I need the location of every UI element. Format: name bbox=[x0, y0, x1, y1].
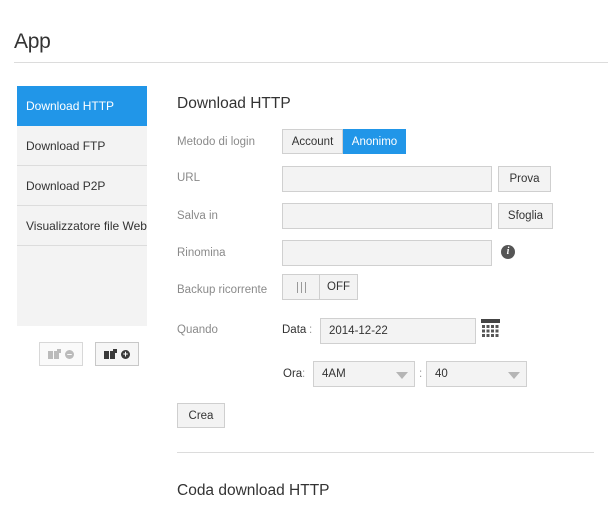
time-label: Ora bbox=[283, 368, 303, 380]
remove-app-button[interactable]: – bbox=[39, 342, 83, 366]
date-input[interactable]: 2014-12-22 bbox=[320, 318, 476, 344]
sidebar-item-download-http[interactable]: Download HTTP bbox=[17, 86, 147, 126]
minute-select[interactable]: 40 bbox=[426, 361, 527, 387]
app-title: App bbox=[14, 30, 51, 53]
calendar-icon[interactable] bbox=[481, 319, 500, 340]
section-divider bbox=[177, 452, 594, 453]
switch-grip-icon bbox=[283, 275, 320, 299]
sidebar-item-download-p2p[interactable]: Download P2P bbox=[17, 166, 147, 206]
switch-state-label: OFF bbox=[327, 281, 350, 293]
remove-app-icon bbox=[48, 349, 62, 359]
header-divider bbox=[14, 62, 608, 63]
recurring-backup-label: Backup ricorrente bbox=[177, 284, 268, 296]
sidebar-item-download-ftp[interactable]: Download FTP bbox=[17, 126, 147, 166]
when-label: Quando bbox=[177, 324, 218, 336]
browse-button[interactable]: Sfoglia bbox=[498, 203, 553, 229]
hour-select-value: 4AM bbox=[322, 368, 346, 380]
login-anonymous-option[interactable]: Anonimo bbox=[343, 129, 406, 154]
date-label: Data bbox=[282, 324, 307, 336]
recurring-backup-switch[interactable]: OFF bbox=[282, 274, 358, 300]
test-button[interactable]: Prova bbox=[498, 166, 551, 192]
rename-label: Rinomina bbox=[177, 247, 226, 259]
save-in-input[interactable] bbox=[282, 203, 492, 229]
sidebar: Download HTTP Download FTP Download P2P … bbox=[17, 86, 147, 326]
login-account-option[interactable]: Account bbox=[282, 129, 343, 154]
minute-select-value: 40 bbox=[435, 368, 448, 380]
login-method-label: Metodo di login bbox=[177, 136, 255, 148]
add-app-button[interactable]: + bbox=[95, 342, 139, 366]
create-button[interactable]: Crea bbox=[177, 403, 225, 428]
url-input[interactable] bbox=[282, 166, 492, 192]
date-separator: : bbox=[309, 324, 313, 336]
sidebar-item-web-file-viewer[interactable]: Visualizzatore file Web bbox=[17, 206, 147, 246]
rename-input[interactable] bbox=[282, 240, 492, 266]
plus-icon: + bbox=[121, 348, 130, 359]
hour-select[interactable]: 4AM bbox=[313, 361, 415, 387]
chevron-down-icon bbox=[396, 372, 408, 379]
add-app-icon bbox=[104, 349, 118, 359]
minute-separator: : bbox=[419, 368, 423, 380]
chevron-down-icon bbox=[508, 372, 520, 379]
info-icon[interactable]: i bbox=[501, 245, 515, 259]
minus-icon: – bbox=[65, 348, 74, 359]
login-method-toggle: Account Anonimo bbox=[282, 129, 406, 154]
save-in-label: Salva in bbox=[177, 210, 218, 222]
queue-title: Coda download HTTP bbox=[177, 482, 330, 499]
page-title: Download HTTP bbox=[177, 95, 291, 112]
url-label: URL bbox=[177, 172, 201, 184]
time-separator: : bbox=[302, 368, 306, 380]
